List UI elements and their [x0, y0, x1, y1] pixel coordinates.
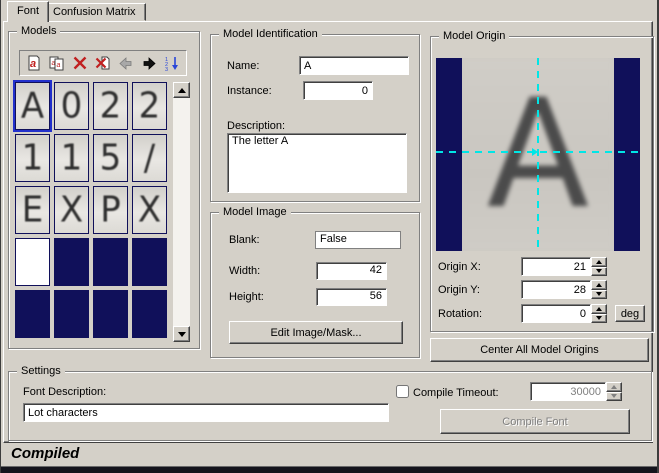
height-label: Height:: [229, 291, 264, 303]
font-description-label: Font Description:: [23, 386, 107, 398]
new-model-icon[interactable]: a: [25, 55, 43, 72]
font-description-field[interactable]: [23, 403, 389, 422]
rotation-label: Rotation:: [438, 308, 483, 320]
model-tile-character: E: [21, 189, 44, 231]
model-tile[interactable]: 0: [54, 82, 89, 130]
font-tab-page: Models a a a 1 2 3 A 0 2 2 1 1 5 / E X P…: [3, 21, 654, 443]
name-field[interactable]: [299, 56, 409, 75]
tab-strip: Font Confusion Matrix: [1, 0, 657, 22]
edit-image-mask-button[interactable]: Edit Image/Mask...: [229, 321, 403, 344]
model-tile[interactable]: E: [15, 186, 50, 234]
tab-confusion-matrix[interactable]: Confusion Matrix: [43, 3, 146, 21]
rotation-field[interactable]: [521, 304, 591, 323]
model-slot-empty[interactable]: [54, 238, 89, 286]
model-identification-label: Model Identification: [219, 28, 322, 41]
model-tile[interactable]: 5: [93, 134, 128, 182]
origin-arrow-icon: [532, 148, 538, 156]
model-image-label: Model Image: [219, 206, 291, 219]
copy-model-icon[interactable]: a a: [48, 55, 66, 72]
model-tile[interactable]: X: [54, 186, 89, 234]
compile-timeout-field: [530, 382, 606, 401]
model-origin-group: Model Origin A Origin X: Origin Y:: [430, 30, 654, 332]
model-tile-character: X: [137, 189, 162, 231]
compile-timeout-label: Compile Timeout:: [413, 387, 499, 399]
window-bottom-edge: [1, 466, 657, 473]
settings-group: Settings Font Description: Compile Timeo…: [8, 365, 652, 441]
scroll-up-icon[interactable]: [173, 82, 190, 98]
description-label: Description:: [227, 120, 286, 132]
model-tile[interactable]: /: [132, 134, 167, 182]
compile-timeout-checkbox[interactable]: [396, 385, 409, 398]
rotation-spinner[interactable]: [591, 304, 607, 323]
height-value-field: 56: [316, 288, 387, 306]
svg-text:a: a: [30, 58, 36, 70]
model-tile-character: 0: [60, 85, 83, 127]
center-all-model-origins-button[interactable]: Center All Model Origins: [430, 338, 649, 362]
model-tile-blank[interactable]: [15, 238, 50, 286]
scroll-down-icon[interactable]: [173, 326, 190, 342]
compile-font-button: Compile Font: [440, 409, 630, 434]
name-label: Name:: [227, 60, 260, 72]
svg-text:3: 3: [165, 67, 168, 71]
model-tile-character: /: [143, 137, 156, 179]
model-tile-character: 1: [60, 137, 83, 179]
model-identification-group: Model Identification Name: Instance: Des…: [210, 28, 420, 202]
preview-right-bar: [614, 58, 640, 251]
next-model-icon[interactable]: [140, 55, 158, 72]
model-tile[interactable]: 2: [93, 82, 128, 130]
models-group: Models a a a 1 2 3 A 0 2 2 1 1 5 / E X P…: [8, 25, 200, 349]
origin-y-spinner[interactable]: [591, 280, 607, 299]
preview-left-bar: [436, 58, 462, 251]
origin-x-field[interactable]: [521, 257, 591, 276]
width-label: Width:: [229, 265, 261, 277]
model-tile-character: A: [20, 85, 45, 127]
model-tile[interactable]: 1: [15, 134, 50, 182]
tab-font[interactable]: Font: [7, 1, 50, 22]
model-slot-empty[interactable]: [132, 238, 167, 286]
model-slot-empty[interactable]: [93, 290, 128, 338]
model-slot-empty[interactable]: [93, 238, 128, 286]
model-list: A 0 2 2 1 1 5/E X P X: [13, 80, 167, 338]
model-slot-empty[interactable]: [15, 290, 50, 338]
previous-model-icon[interactable]: [117, 55, 135, 72]
compile-timeout-spinner: [606, 382, 622, 401]
model-origin-preview[interactable]: A: [436, 58, 640, 251]
model-image-group: Model Image Blank: False Width: 42 Heigh…: [210, 206, 420, 358]
delete-all-models-icon[interactable]: [94, 55, 112, 72]
model-tile-character: P: [100, 189, 121, 231]
model-list-scrollbar[interactable]: [173, 82, 190, 342]
instance-field[interactable]: [303, 81, 373, 100]
model-origin-label: Model Origin: [439, 30, 510, 43]
description-field[interactable]: The letter A: [227, 133, 407, 193]
sort-models-icon[interactable]: 1 2 3: [163, 55, 181, 72]
model-tile-character: X: [59, 189, 84, 231]
model-tile-character: 2: [99, 85, 122, 127]
models-group-label: Models: [17, 25, 61, 38]
model-tile-selected[interactable]: A: [13, 80, 52, 132]
settings-group-label: Settings: [17, 365, 65, 378]
deg-button[interactable]: deg: [615, 305, 645, 322]
status-text: Compiled: [11, 445, 80, 462]
models-toolbar: a a a 1 2 3: [19, 50, 187, 76]
svg-text:a: a: [56, 62, 60, 69]
font-tool-window: Font Confusion Matrix Models a a a 1 2 3…: [0, 0, 659, 473]
model-tile[interactable]: 1: [54, 134, 89, 182]
model-tile-character: 2: [138, 85, 161, 127]
instance-label: Instance:: [227, 85, 272, 97]
model-slot-empty[interactable]: [54, 290, 89, 338]
model-tile[interactable]: P: [93, 186, 128, 234]
model-tile[interactable]: X: [132, 186, 167, 234]
delete-model-icon[interactable]: [71, 55, 89, 72]
width-value-field: 42: [316, 262, 387, 280]
blank-value-field: False: [315, 231, 401, 249]
model-slot-empty[interactable]: [132, 290, 167, 338]
model-tile-character: 5: [99, 137, 122, 179]
origin-x-label: Origin X:: [438, 261, 481, 273]
origin-y-field[interactable]: [521, 280, 591, 299]
origin-x-spinner[interactable]: [591, 257, 607, 276]
model-tile-character: 1: [21, 137, 44, 179]
blank-label: Blank:: [229, 234, 260, 246]
model-tile[interactable]: 2: [132, 82, 167, 130]
origin-y-label: Origin Y:: [438, 284, 480, 296]
